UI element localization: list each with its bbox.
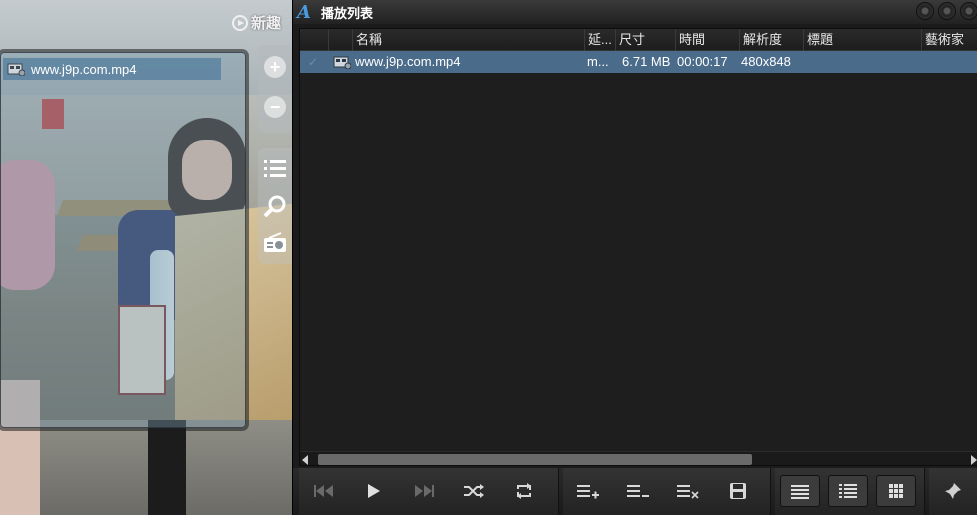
table-row[interactable]: ✓ www.j9p.com.mp4 m... 6.71 MB 00:00:17 … bbox=[300, 51, 977, 73]
view-compact-button[interactable] bbox=[780, 475, 820, 507]
video-control-strip: + − bbox=[258, 45, 292, 295]
cell-artist bbox=[924, 51, 977, 73]
scroll-right-icon[interactable] bbox=[971, 455, 977, 465]
pin-button[interactable] bbox=[933, 475, 973, 507]
previous-button[interactable] bbox=[304, 475, 344, 507]
add-list-icon bbox=[577, 485, 599, 499]
column-header-duration[interactable]: 時間 bbox=[675, 29, 739, 51]
repeat-button[interactable] bbox=[504, 475, 544, 507]
remove-list-button[interactable] bbox=[618, 475, 658, 507]
cell-name: www.j9p.com.mp4 bbox=[355, 54, 461, 69]
cell-ext: m... bbox=[587, 54, 609, 69]
play-icon bbox=[368, 484, 380, 498]
video-floor bbox=[0, 420, 292, 515]
next-button[interactable] bbox=[404, 475, 444, 507]
cell-title bbox=[806, 51, 918, 73]
playlist-icon[interactable] bbox=[263, 158, 287, 180]
film-icon bbox=[333, 56, 351, 69]
save-icon bbox=[730, 483, 746, 499]
tools-group bbox=[258, 148, 292, 264]
cell-resolution: 480x848 bbox=[741, 54, 791, 69]
playlist-toolbar bbox=[293, 468, 977, 515]
clear-list-button[interactable] bbox=[668, 475, 708, 507]
repeat-icon bbox=[517, 483, 531, 499]
save-button[interactable] bbox=[718, 475, 758, 507]
view-grid-button[interactable] bbox=[876, 475, 916, 507]
radio-icon[interactable] bbox=[263, 232, 287, 254]
column-header-check[interactable] bbox=[300, 29, 328, 51]
horizontal-scrollbar[interactable] bbox=[300, 451, 977, 465]
cell-size: 6.71 MB bbox=[622, 54, 671, 69]
minimize-button[interactable] bbox=[916, 2, 934, 20]
clear-list-icon bbox=[677, 485, 699, 499]
column-header-name[interactable]: 名稱 bbox=[352, 29, 584, 51]
cell-duration: 00:00:17 bbox=[677, 54, 728, 69]
pin-group bbox=[929, 468, 977, 515]
maximize-button[interactable] bbox=[938, 2, 956, 20]
view-list-icon bbox=[839, 484, 857, 498]
zoom-in-icon[interactable]: + bbox=[264, 56, 286, 78]
watermark-text: 新趣 bbox=[251, 15, 282, 32]
column-header-artist[interactable]: 藝術家 bbox=[921, 29, 977, 51]
watermark-play-icon bbox=[232, 14, 248, 31]
video-area[interactable]: 新趣 www.j9p.com.mp4 + − bbox=[0, 0, 292, 515]
close-button[interactable] bbox=[960, 2, 977, 20]
playlist-table: 名稱 延... 尺寸 時間 解析度 標題 藝術家 ✓ www.j9p.com.m… bbox=[299, 28, 977, 466]
video-pants bbox=[148, 420, 186, 515]
scroll-left-icon[interactable] bbox=[302, 455, 308, 465]
playlist-window: A 播放列表 名稱 延... 尺寸 時間 解析度 標題 藝術家 ✓ www.j9… bbox=[292, 0, 977, 515]
remove-list-icon bbox=[627, 485, 649, 497]
playback-group bbox=[299, 468, 559, 515]
zoom-group: + − bbox=[258, 45, 292, 133]
column-header-ext[interactable]: 延... bbox=[584, 29, 615, 51]
check-icon[interactable]: ✓ bbox=[308, 55, 322, 69]
window-title: 播放列表 bbox=[321, 5, 374, 21]
view-compact-icon bbox=[791, 485, 809, 499]
view-list-button[interactable] bbox=[828, 475, 868, 507]
shuffle-button[interactable] bbox=[454, 475, 494, 507]
table-header: 名稱 延... 尺寸 時間 解析度 標題 藝術家 bbox=[300, 29, 977, 51]
window-buttons bbox=[916, 2, 977, 20]
column-header-resolution[interactable]: 解析度 bbox=[739, 29, 803, 51]
previous-icon bbox=[314, 485, 333, 497]
title-bar[interactable]: A 播放列表 bbox=[293, 0, 977, 24]
play-button[interactable] bbox=[354, 475, 394, 507]
search-icon[interactable] bbox=[263, 195, 287, 217]
pin-icon bbox=[945, 483, 961, 499]
film-icon bbox=[7, 63, 25, 76]
video-watermark: 新趣 bbox=[232, 12, 281, 33]
column-header-icon[interactable] bbox=[328, 29, 352, 51]
zoom-out-icon[interactable]: − bbox=[264, 96, 286, 118]
add-list-button[interactable] bbox=[568, 475, 608, 507]
app-logo: A bbox=[297, 2, 311, 23]
next-icon bbox=[415, 485, 434, 497]
mini-playlist: www.j9p.com.mp4 bbox=[0, 52, 246, 428]
mini-playlist-item[interactable]: www.j9p.com.mp4 bbox=[3, 58, 221, 80]
view-grid-icon bbox=[889, 484, 903, 498]
view-group bbox=[775, 468, 925, 515]
scrollbar-thumb[interactable] bbox=[318, 454, 752, 465]
column-header-size[interactable]: 尺寸 bbox=[615, 29, 675, 51]
mini-playlist-item-label: www.j9p.com.mp4 bbox=[31, 61, 137, 77]
column-header-title[interactable]: 標題 bbox=[803, 29, 921, 51]
shuffle-icon bbox=[464, 484, 484, 498]
list-edit-group bbox=[563, 468, 771, 515]
